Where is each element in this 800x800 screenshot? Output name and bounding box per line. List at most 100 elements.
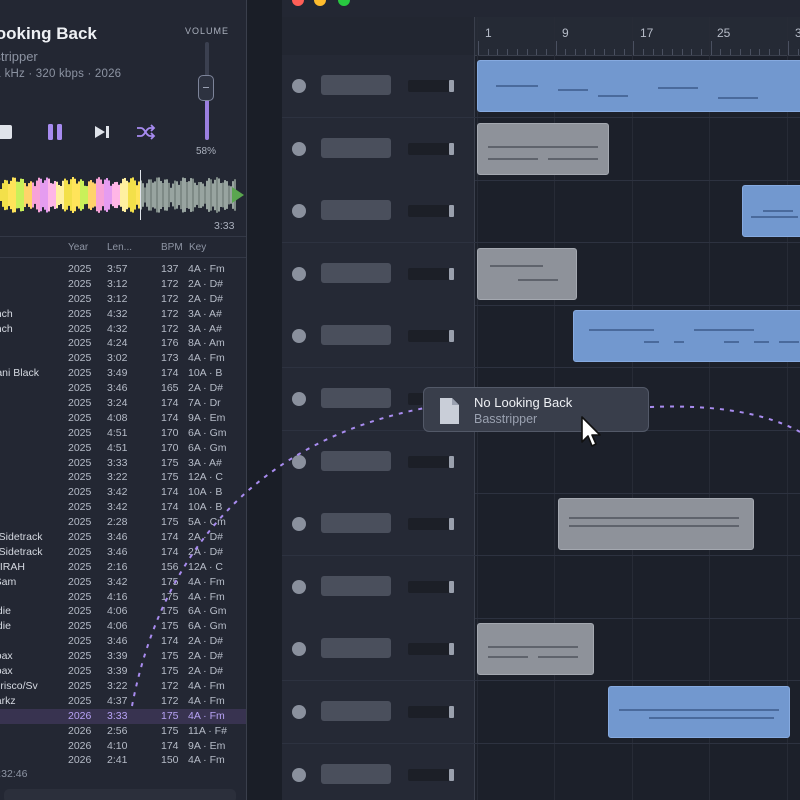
next-button[interactable] [91,121,113,143]
record-arm-button[interactable] [292,204,306,219]
track-header[interactable] [282,743,475,800]
track-header[interactable] [282,618,475,681]
shuffle-button[interactable] [135,121,157,143]
track-lane[interactable] [475,431,800,493]
track-name-field[interactable] [321,137,391,158]
track-row[interactable]: /Jelani Black 2025 3:49 174 10A · B [0,366,246,381]
record-arm-button[interactable] [292,517,306,532]
track-row[interactable]: 2026 2:56 175 11A · F# [0,724,246,739]
maximize-window-button[interactable] [338,0,350,6]
track-row[interactable]: 2025 4:51 170 6A · Gm [0,426,246,441]
audio-clip[interactable] [608,686,790,738]
track-row[interactable]: Hardie 2025 4:06 175 6A · Gm [0,604,246,619]
track-lane[interactable] [475,243,800,305]
audio-clip[interactable] [558,498,754,551]
record-arm-button[interactable] [292,329,306,344]
track-row[interactable]: 2025 3:46 165 2A · D# [0,381,246,396]
record-arm-button[interactable] [292,392,306,406]
track-row[interactable]: ad Sam 2025 3:42 175 4A · Fm [0,575,246,590]
track-header[interactable] [282,305,475,368]
track-row[interactable]: o & Sidetrack 2025 3:46 174 2A · D# [0,545,246,560]
track-row[interactable]: 2025 4:16 175 4A · Fm [0,590,246,605]
track-row[interactable]: 2025 3:02 173 4A · Fm [0,351,246,366]
track-header[interactable] [282,55,475,117]
track-lane[interactable] [475,744,800,800]
record-arm-button[interactable] [292,705,306,719]
track-name-field[interactable] [321,763,391,784]
track-row[interactable]: French 2025 4:32 172 3A · A# [0,307,246,322]
record-arm-button[interactable] [292,79,306,93]
waveform-scrubber[interactable] [0,170,246,220]
audio-clip[interactable] [477,122,609,175]
track-name-field[interactable] [321,575,391,596]
track-name-field[interactable] [321,75,391,95]
track-name-field[interactable] [321,262,391,283]
track-name-field[interactable] [321,325,391,346]
audio-clip[interactable] [477,247,577,300]
track-row[interactable]: 2025 3:42 174 10A · B [0,500,246,515]
track-row[interactable]: 2025 3:42 174 10A · B [0,485,246,500]
track-name-field[interactable] [321,701,391,721]
pause-button[interactable] [44,121,66,143]
track-row[interactable]: 2025 3:12 172 2A · D# [0,277,246,292]
track-row[interactable]: 2025 3:12 172 2A · D# [0,292,246,307]
track-row[interactable]: na 2025 3:33 175 3A · A# [0,456,246,471]
record-arm-button[interactable] [292,141,306,156]
track-lane[interactable] [475,55,800,117]
track-row[interactable]: ey/Frisco/Sv 2025 3:22 172 4A · Fm [0,679,246,694]
audio-clip[interactable] [742,185,800,238]
record-arm-button[interactable] [292,266,306,281]
track-lane[interactable] [475,493,800,555]
track-row[interactable]: dex/IRAH 2025 2:16 156 12A · C [0,560,246,575]
minimize-window-button[interactable] [314,0,326,6]
record-arm-button[interactable] [292,579,306,594]
track-header[interactable] [282,493,475,556]
stop-button[interactable] [0,121,16,143]
close-window-button[interactable] [292,0,304,6]
track-header[interactable] [282,117,475,180]
track-header[interactable] [282,555,475,618]
audio-clip[interactable] [573,310,800,363]
column-length[interactable]: Len... [107,242,132,253]
record-arm-button[interactable] [292,454,306,469]
track-lane[interactable] [475,681,800,743]
track-row[interactable]: 2025 3:46 174 2A · D# [0,634,246,649]
record-arm-button[interactable] [292,767,306,782]
timeline-ruler[interactable]: 1 9 17 25 3 [474,17,800,56]
selected-track-row[interactable]: 2026 3:33 175 4A · Fm [0,708,246,724]
track-row[interactable]: /Sparkz 2025 4:37 172 4A · Fm [0,694,246,709]
track-row[interactable]: y/Hoax 2025 3:39 175 2A · D# [0,649,246,664]
track-row[interactable]: 2025 3:57 137 4A · Fm [0,262,246,277]
track-row[interactable]: 2026 2:41 150 4A · Fm [0,753,246,768]
track-row[interactable]: Hardie 2025 4:06 175 6A · Gm [0,619,246,634]
column-key[interactable]: Key [189,242,206,253]
track-header[interactable] [282,242,475,305]
audio-clip[interactable] [477,623,594,676]
track-name-field[interactable] [321,638,391,659]
track-row[interactable]: 2025 3:22 175 12A · C [0,470,246,485]
track-header[interactable] [282,681,475,743]
audio-clip[interactable] [477,60,800,112]
dragged-track-card[interactable]: No Looking Back Basstripper [423,387,649,432]
column-year[interactable]: Year [68,242,88,253]
volume-slider-knob[interactable] [198,75,214,101]
track-row[interactable]: o & Sidetrack 2025 3:46 174 2A · D# [0,530,246,545]
track-lane[interactable] [475,618,800,680]
track-lane[interactable] [475,556,800,618]
column-bpm[interactable]: BPM [161,242,183,253]
track-name-field[interactable] [321,200,391,221]
record-arm-button[interactable] [292,642,306,657]
track-lane[interactable] [475,180,800,242]
track-row[interactable]: 2025 4:08 174 9A · Em [0,411,246,426]
track-row[interactable]: 2025 3:24 174 7A · Dr [0,396,246,411]
track-name-field[interactable] [321,513,391,534]
track-row[interactable]: 2026 4:10 174 9A · Em [0,739,246,754]
track-lane[interactable] [475,305,800,367]
track-header[interactable] [282,180,475,243]
track-row[interactable]: French 2025 4:32 172 3A · A# [0,322,246,337]
track-header[interactable] [282,430,475,493]
track-row[interactable]: ors 2025 4:24 176 8A · Am [0,336,246,351]
track-name-field[interactable] [321,388,391,408]
search-bar[interactable] [4,789,236,800]
track-row[interactable]: y/Hoax 2025 3:39 175 2A · D# [0,664,246,679]
